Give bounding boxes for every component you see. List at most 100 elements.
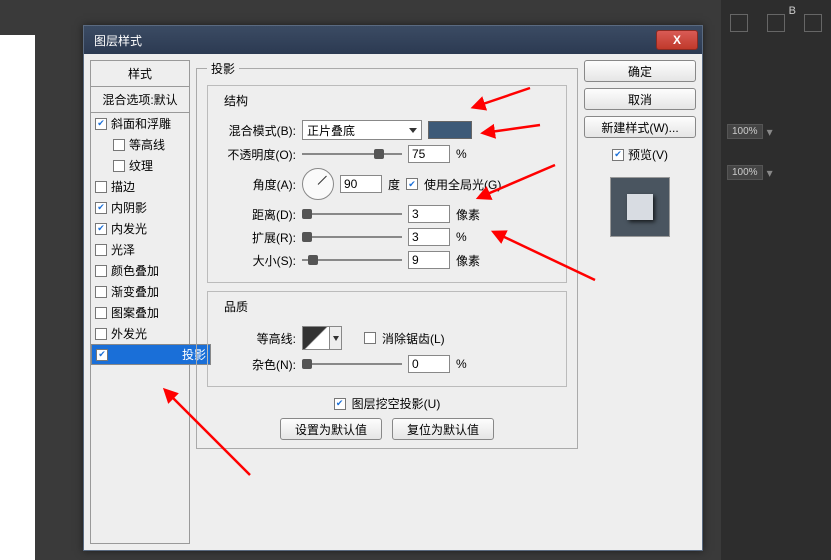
spread-input[interactable] (408, 228, 450, 246)
knockout-checkbox[interactable] (334, 398, 346, 410)
distance-label: 距离(D): (216, 206, 296, 223)
preview-checkbox[interactable] (612, 149, 624, 161)
quality-group: 品质 等高线: 消除锯齿(L) 杂色(N): (207, 291, 567, 387)
style-item-7[interactable]: 颜色叠加 (91, 260, 189, 281)
style-item-2[interactable]: 纹理 (91, 155, 189, 176)
spread-unit: % (456, 230, 486, 244)
layer-style-dialog: 图层样式 X 样式 混合选项:默认 斜面和浮雕等高线纹理描边内阴影内发光光泽颜色… (83, 25, 703, 551)
style-item-label: 外发光 (111, 325, 147, 342)
style-item-checkbox[interactable] (95, 181, 107, 193)
ok-button[interactable]: 确定 (584, 60, 696, 82)
distance-slider[interactable] (302, 207, 402, 221)
noise-label: 杂色(N): (216, 356, 296, 373)
contour-dropdown[interactable] (330, 326, 342, 350)
blend-mode-select[interactable]: 正片叠底 (302, 120, 422, 140)
style-item-label: 斜面和浮雕 (111, 115, 171, 132)
panel-icon-3[interactable] (804, 14, 822, 32)
style-item-checkbox[interactable] (95, 307, 107, 319)
preview-thumbnail (610, 177, 670, 237)
angle-input[interactable] (340, 175, 382, 193)
fill-pct-box[interactable]: 100% (727, 165, 763, 180)
style-item-label: 纹理 (129, 157, 153, 174)
knockout-label: 图层挖空投影(U) (352, 395, 441, 412)
style-item-label: 颜色叠加 (111, 262, 159, 279)
angle-dial[interactable] (302, 168, 334, 200)
distance-input[interactable] (408, 205, 450, 223)
contour-swatch[interactable] (302, 326, 330, 350)
style-item-6[interactable]: 光泽 (91, 239, 189, 260)
set-default-button[interactable]: 设置为默认值 (280, 418, 382, 440)
global-light-label: 使用全局光(G) (424, 176, 501, 193)
style-list: 样式 混合选项:默认 斜面和浮雕等高线纹理描边内阴影内发光光泽颜色叠加渐变叠加图… (90, 60, 190, 544)
noise-unit: % (456, 357, 486, 371)
blend-mode-value: 正片叠底 (307, 122, 355, 139)
panels-column: 100% ▾ 100% ▾ (721, 0, 831, 560)
close-button[interactable]: X (656, 30, 698, 50)
style-item-3[interactable]: 描边 (91, 176, 189, 197)
size-label: 大小(S): (216, 252, 296, 269)
style-item-5[interactable]: 内发光 (91, 218, 189, 239)
contour-label: 等高线: (216, 330, 296, 347)
style-item-4[interactable]: 内阴影 (91, 197, 189, 218)
opacity-unit: % (456, 147, 486, 161)
structure-legend: 结构 (221, 92, 251, 109)
style-item-11[interactable]: 投影 (91, 344, 211, 365)
style-item-1[interactable]: 等高线 (91, 134, 189, 155)
style-item-checkbox[interactable] (95, 286, 107, 298)
style-item-checkbox[interactable] (95, 328, 107, 340)
style-item-checkbox[interactable] (113, 139, 125, 151)
shadow-color-swatch[interactable] (428, 121, 472, 139)
antialias-checkbox[interactable] (364, 332, 376, 344)
panel-icon-1[interactable] (730, 14, 748, 32)
noise-input[interactable] (408, 355, 450, 373)
style-item-checkbox[interactable] (95, 118, 107, 130)
angle-unit: 度 (388, 176, 400, 193)
structure-group: 结构 混合模式(B): 正片叠底 不透明度(O): % (207, 85, 567, 283)
blend-mode-label: 混合模式(B): (216, 122, 296, 139)
distance-unit: 像素 (456, 206, 486, 223)
b-channel-label: B (789, 5, 796, 17)
new-style-button[interactable]: 新建样式(W)... (584, 116, 696, 138)
size-slider[interactable] (302, 253, 402, 267)
style-item-0[interactable]: 斜面和浮雕 (91, 113, 189, 134)
style-item-label: 内发光 (111, 220, 147, 237)
opacity-label: 不透明度(O): (216, 146, 296, 163)
panel-icon-2[interactable] (767, 14, 785, 32)
opacity-slider[interactable] (302, 147, 402, 161)
dropdown-caret-icon[interactable]: ▾ (767, 125, 773, 139)
style-item-checkbox[interactable] (96, 349, 108, 361)
dropdown-caret-icon[interactable]: ▾ (767, 166, 773, 180)
noise-slider[interactable] (302, 357, 402, 371)
panel-row-fill: 100% ▾ (721, 161, 831, 184)
quality-legend: 品质 (221, 298, 251, 315)
style-item-label: 图案叠加 (111, 304, 159, 321)
style-item-label: 光泽 (111, 241, 135, 258)
preview-inner (627, 194, 653, 220)
dialog-title: 图层样式 (94, 32, 142, 49)
blend-options-default[interactable]: 混合选项:默认 (91, 87, 189, 113)
dialog-titlebar[interactable]: 图层样式 X (84, 26, 702, 54)
style-item-checkbox[interactable] (113, 160, 125, 172)
reset-default-button[interactable]: 复位为默认值 (392, 418, 494, 440)
style-item-checkbox[interactable] (95, 244, 107, 256)
style-item-label: 描边 (111, 178, 135, 195)
style-item-label: 等高线 (129, 136, 165, 153)
opacity-pct-box[interactable]: 100% (727, 124, 763, 139)
style-item-8[interactable]: 渐变叠加 (91, 281, 189, 302)
opacity-input[interactable] (408, 145, 450, 163)
style-item-checkbox[interactable] (95, 223, 107, 235)
style-item-checkbox[interactable] (95, 202, 107, 214)
effect-panel-title: 投影 (207, 60, 239, 77)
size-input[interactable] (408, 251, 450, 269)
angle-label: 角度(A): (216, 176, 296, 193)
style-list-header[interactable]: 样式 (91, 61, 189, 87)
style-item-9[interactable]: 图案叠加 (91, 302, 189, 323)
preview-label: 预览(V) (628, 146, 668, 163)
antialias-label: 消除锯齿(L) (382, 330, 445, 347)
canvas-edge (0, 35, 35, 560)
spread-slider[interactable] (302, 230, 402, 244)
global-light-checkbox[interactable] (406, 178, 418, 190)
cancel-button[interactable]: 取消 (584, 88, 696, 110)
style-item-checkbox[interactable] (95, 265, 107, 277)
style-item-10[interactable]: 外发光 (91, 323, 189, 344)
